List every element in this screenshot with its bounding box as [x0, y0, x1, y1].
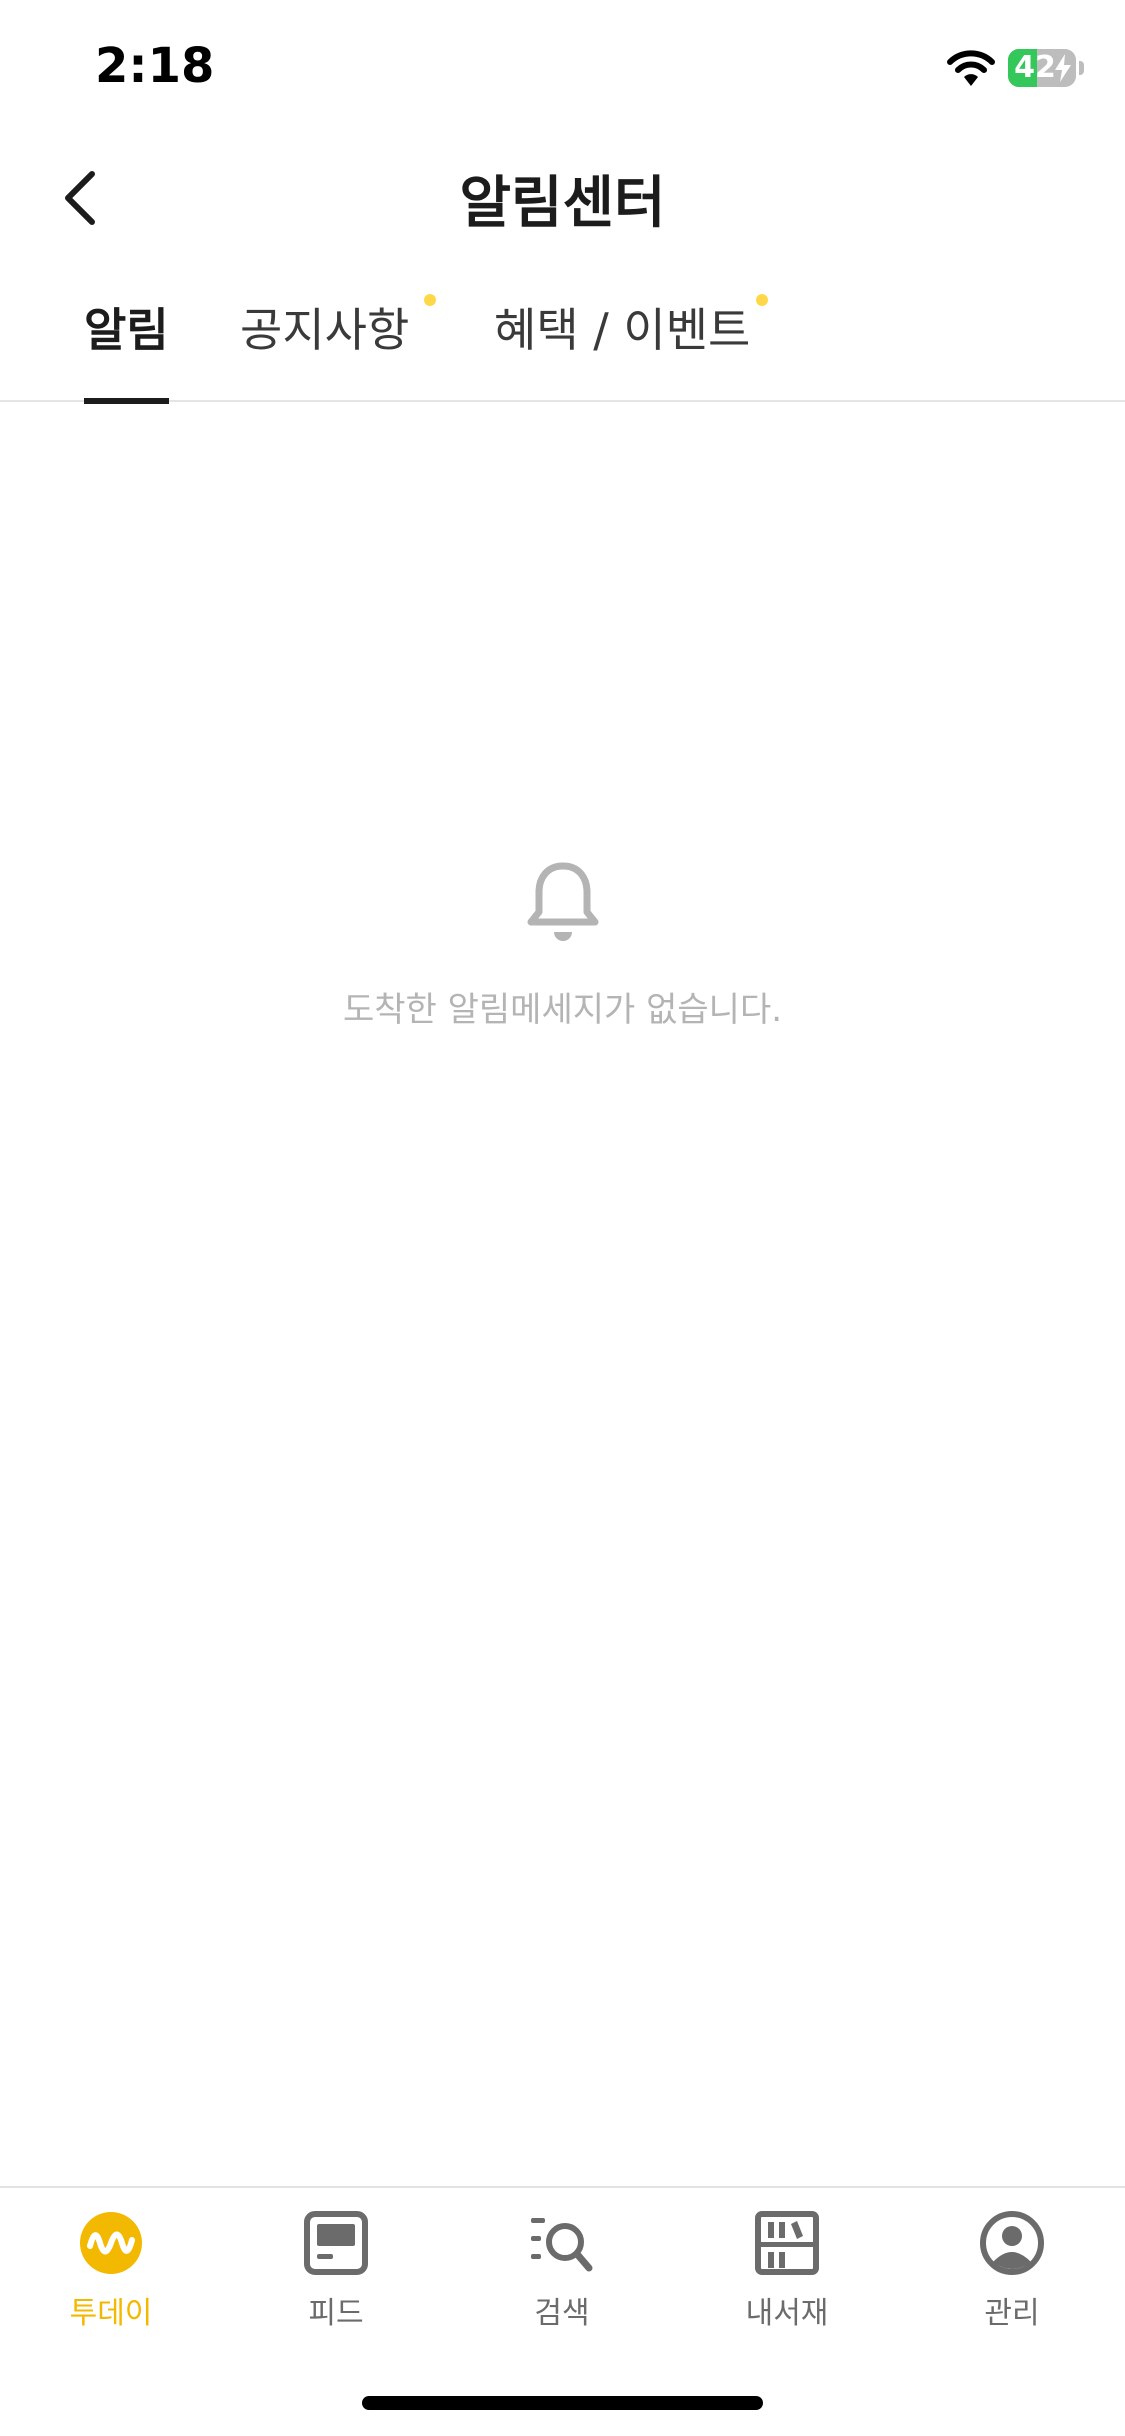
tab-notices[interactable]: 공지사항 — [240, 294, 436, 402]
home-indicator[interactable] — [362, 2396, 763, 2410]
battery-nub — [1079, 61, 1084, 75]
nav-label: 내서재 — [745, 2296, 829, 2331]
battery-body: 42 — [1008, 49, 1076, 87]
empty-state: 도착한 알림메세지가 없습니다. — [0, 860, 1125, 1031]
battery-level: 42 — [1014, 50, 1056, 85]
tab-bar: 알림 공지사항 혜택 / 이벤트 — [0, 264, 1125, 404]
tab-active-underline — [84, 398, 169, 404]
status-bar: 2:18 42 — [0, 0, 1125, 132]
nav-label: 피드 — [308, 2296, 364, 2331]
tab-notifications[interactable]: 알림 — [84, 294, 169, 404]
new-indicator-dot — [424, 294, 436, 306]
nav-label: 검색 — [534, 2296, 590, 2331]
wifi-icon — [947, 50, 995, 86]
today-wave-icon — [80, 2212, 142, 2274]
profile-icon — [980, 2211, 1044, 2275]
tab-label: 공지사항 — [240, 303, 410, 357]
nav-item-feed[interactable]: 피드 — [256, 2210, 416, 2350]
nav-item-today[interactable]: 투데이 — [31, 2210, 191, 2350]
empty-message: 도착한 알림메세지가 없습니다. — [342, 990, 783, 1030]
tab-benefits-events[interactable]: 혜택 / 이벤트 — [494, 294, 768, 402]
nav-item-manage[interactable]: 관리 — [932, 2210, 1092, 2350]
bolt-icon — [1055, 54, 1071, 82]
bell-icon — [527, 862, 598, 941]
feed-icon — [304, 2211, 368, 2275]
header: 알림센터 — [0, 132, 1125, 264]
nav-item-search[interactable]: 검색 — [482, 2210, 642, 2350]
nav-label: 투데이 — [69, 2296, 153, 2331]
new-indicator-dot — [756, 294, 768, 306]
tab-label: 알림 — [84, 303, 169, 357]
status-time: 2:18 — [95, 38, 215, 94]
tab-label: 혜택 / 이벤트 — [494, 303, 751, 357]
nav-item-library[interactable]: 내서재 — [707, 2210, 867, 2350]
battery-indicator: 42 — [1008, 49, 1084, 89]
page-title: 알림센터 — [459, 171, 666, 236]
nav-label: 관리 — [984, 2296, 1040, 2331]
search-list-icon — [531, 2218, 593, 2272]
bookshelf-icon — [755, 2211, 819, 2275]
